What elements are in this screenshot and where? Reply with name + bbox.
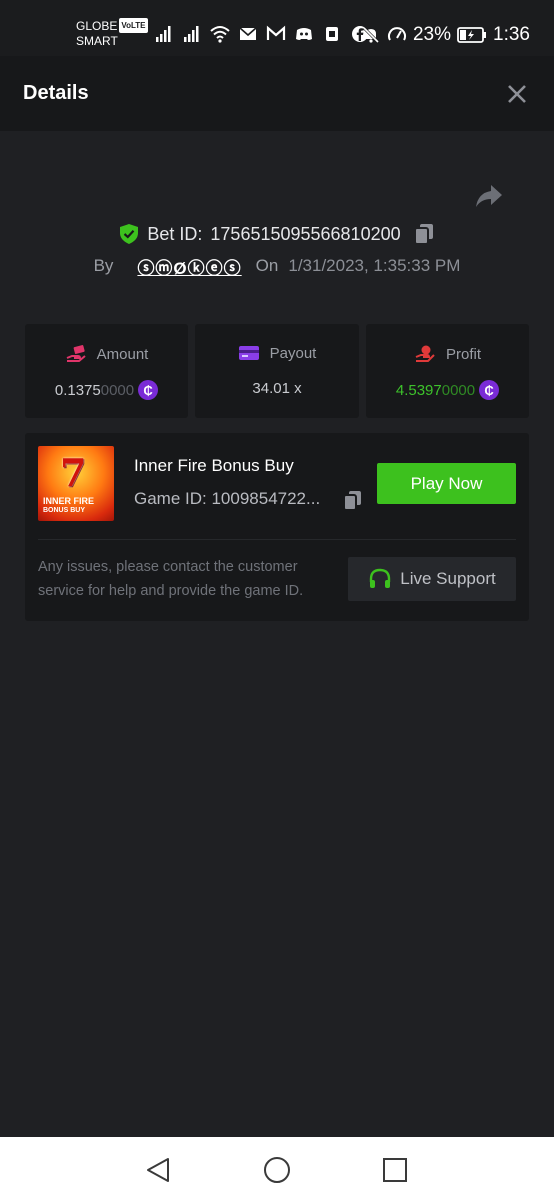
thumbnail-seven: 7 [60, 450, 87, 495]
amount-value-dim: 0000 [100, 381, 135, 399]
status-icons [154, 22, 370, 46]
page-title: Details [23, 82, 89, 104]
profit-value-main: 4.5397 [395, 381, 442, 399]
battery-icon [457, 27, 487, 43]
bet-date: 1/31/2023, 1:35:33 PM [288, 256, 461, 275]
recents-icon[interactable] [380, 1155, 410, 1185]
carrier-name-2: SMART [76, 34, 118, 48]
speedometer-icon [387, 27, 406, 41]
game-id: Game ID: 1009854722... [134, 489, 321, 508]
clock: 1:36 [493, 24, 530, 45]
carrier-info: GLOBE VoLTE SMART [76, 18, 148, 49]
username-link[interactable]: ⓢⓜØⓚⓔⓢ [137, 254, 241, 279]
amount-value: 0.13750000 ₵ [25, 380, 188, 400]
coin-icon: ₵ [138, 380, 159, 400]
profit-value: 4.53970000 ₵ [366, 380, 529, 400]
profit-card: Profit 4.53970000 ₵ [366, 324, 529, 418]
verified-shield-icon [120, 224, 139, 244]
home-icon[interactable] [262, 1155, 292, 1185]
game-card: 7 INNER FIRE BONUS BUY Inner Fire Bonus … [25, 433, 529, 621]
by-label: By [93, 256, 114, 275]
close-icon[interactable] [506, 83, 528, 105]
app-icon [326, 27, 338, 41]
signal-icon-2 [184, 26, 199, 42]
status-right: 23% 1:36 [361, 22, 530, 48]
on-label: On [255, 256, 279, 275]
battery-percent: 23% [412, 24, 452, 45]
live-support-button[interactable]: Live Support [348, 557, 516, 601]
profit-label-row: Profit [366, 344, 529, 364]
bell-muted-icon [362, 26, 380, 44]
system-nav-bar [0, 1137, 554, 1200]
share-icon[interactable] [474, 182, 504, 210]
gmail-icon [266, 25, 286, 40]
live-support-label: Live Support [400, 569, 496, 588]
payout-value: 34.01 x [252, 380, 302, 397]
details-header: Details [0, 56, 554, 131]
bet-id-label: Bet ID: [147, 223, 203, 244]
headset-icon [370, 568, 391, 588]
amount-value-main: 0.1375 [54, 381, 101, 399]
money-hand-icon [66, 345, 86, 362]
thumbnail-title: INNER FIRE [43, 496, 95, 506]
amount-label-row: Amount [25, 344, 188, 364]
bet-author-line: By ⓢⓜØⓚⓔⓢ On 1/31/2023, 1:35:33 PM [0, 254, 554, 278]
payout-card: Payout 34.01 x [195, 324, 359, 418]
play-now-button[interactable]: Play Now [377, 463, 516, 504]
wifi-icon [210, 26, 230, 43]
status-bar: GLOBE VoLTE SMART 23% 1:36 [0, 0, 554, 56]
amount-card: Amount 0.13750000 ₵ [25, 324, 188, 418]
payout-label: Payout [269, 344, 317, 362]
discord-icon [296, 28, 312, 40]
mail-icon [239, 27, 257, 40]
game-thumbnail[interactable]: 7 INNER FIRE BONUS BUY [38, 446, 114, 521]
back-icon[interactable] [144, 1155, 174, 1185]
support-notice: Any issues, please contact the customer … [38, 559, 304, 599]
thumbnail-subtitle: BONUS BUY [43, 507, 86, 514]
copy-game-id-icon[interactable] [343, 490, 363, 512]
amount-label: Amount [96, 345, 149, 363]
profit-value-dim: 0000 [441, 381, 476, 399]
bet-id-value: 1756515095566810200 [210, 223, 401, 244]
game-name: Inner Fire Bonus Buy [134, 456, 294, 475]
profit-hand-icon [415, 345, 435, 362]
payout-label-row: Payout [195, 344, 359, 362]
carrier-name-1: GLOBE [76, 19, 118, 33]
profit-label: Profit [445, 345, 481, 363]
divider [38, 539, 516, 540]
copy-icon[interactable] [413, 222, 435, 246]
card-icon [238, 346, 259, 360]
coin-icon: ₵ [479, 380, 500, 400]
bet-id-line: Bet ID: 1756515095566810200 [0, 221, 554, 247]
volte-badge: VoLTE [119, 18, 148, 33]
signal-icon [156, 26, 171, 42]
